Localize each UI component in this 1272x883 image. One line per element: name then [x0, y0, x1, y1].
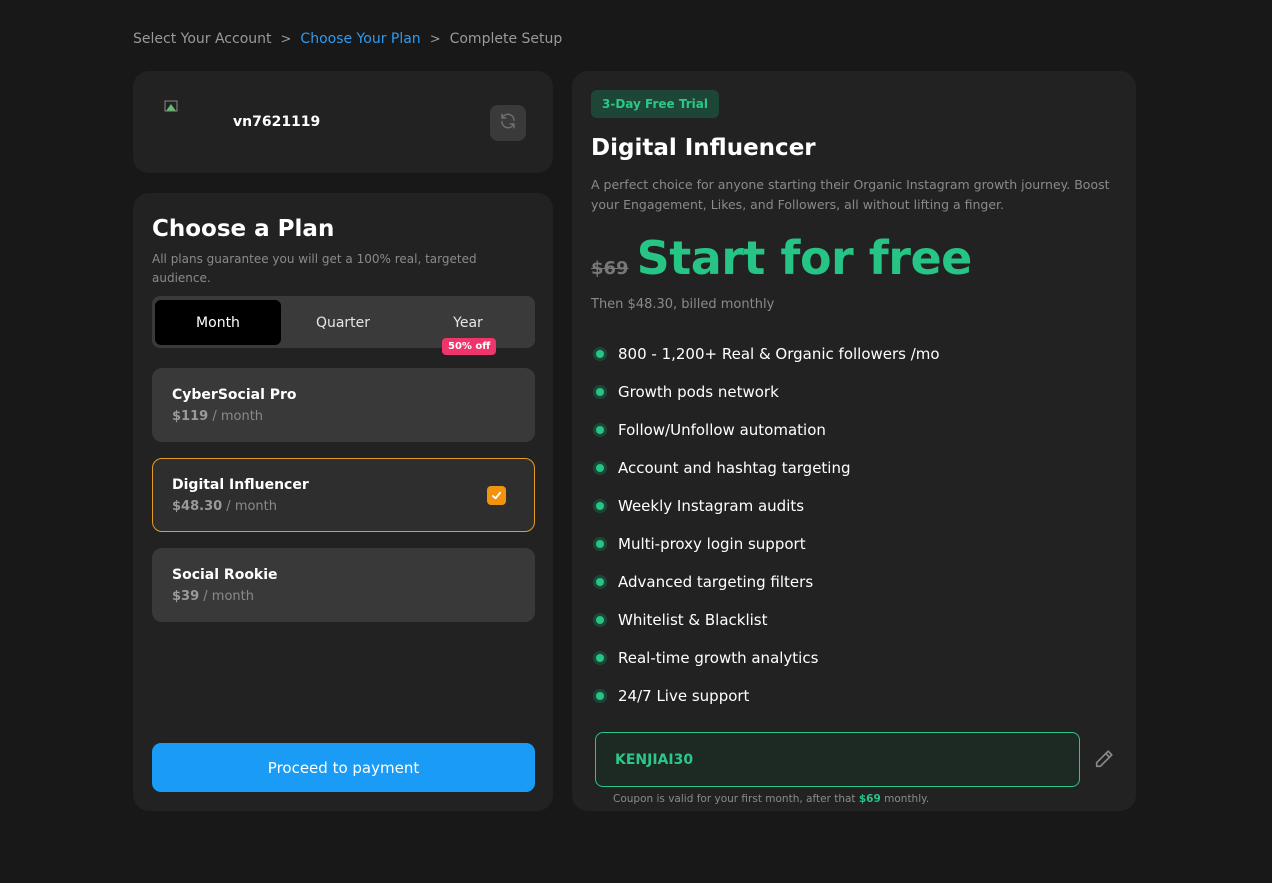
bullet-dot-icon: [593, 575, 607, 589]
plan-detail-card: 3-Day Free Trial Digital Influencer A pe…: [572, 71, 1136, 811]
avatar-placeholder-icon: [163, 98, 179, 114]
feature-label: Follow/Unfollow automation: [618, 421, 826, 439]
plan-name: Social Rookie: [172, 567, 278, 583]
feature-label: Whitelist & Blacklist: [618, 611, 768, 629]
feature-label: Account and hashtag targeting: [618, 459, 851, 477]
bullet-dot-icon: [593, 385, 607, 399]
feature-label: Growth pods network: [618, 383, 779, 401]
breadcrumb-separator: >: [280, 31, 292, 47]
bullet-dot-icon: [593, 689, 607, 703]
plan-option-social-rookie[interactable]: Social Rookie $39 / month: [152, 548, 535, 622]
period-quarter-button[interactable]: Quarter: [280, 300, 406, 345]
start-free-headline: Start for free: [636, 231, 973, 285]
account-username: vn7621119: [233, 114, 321, 130]
plan-price: $119 / month: [172, 409, 263, 424]
billing-note: Then $48.30, billed monthly: [591, 297, 775, 312]
feature-label: Real-time growth analytics: [618, 649, 819, 667]
coupon-note-amount: $69: [858, 793, 881, 805]
coupon-code-input[interactable]: [595, 732, 1080, 787]
plan-detail-title: Digital Influencer: [591, 135, 816, 161]
plan-subtitle: All plans guarantee you will get a 100% …: [152, 252, 477, 285]
breadcrumb-separator: >: [429, 31, 441, 47]
plan-name: CyberSocial Pro: [172, 387, 297, 403]
billing-period-toggle: Month Quarter Year 50% off: [152, 296, 535, 355]
bullet-dot-icon: [593, 461, 607, 475]
feature-item: Whitelist & Blacklist: [593, 601, 940, 639]
refresh-icon: [499, 112, 517, 134]
bullet-dot-icon: [593, 613, 607, 627]
check-icon: [491, 486, 502, 505]
plan-description: A perfect choice for anyone starting the…: [591, 177, 1110, 212]
feature-item: Account and hashtag targeting: [593, 449, 940, 487]
feature-item: Multi-proxy login support: [593, 525, 940, 563]
plan-title: Choose a Plan: [152, 216, 335, 242]
plan-price-amount: $119: [172, 409, 209, 424]
selected-checkbox[interactable]: [487, 486, 506, 505]
feature-label: Advanced targeting filters: [618, 573, 814, 591]
breadcrumb: Select Your Account > Choose Your Plan >…: [133, 31, 562, 47]
plan-price: $39 / month: [172, 589, 254, 604]
feature-label: Weekly Instagram audits: [618, 497, 805, 515]
feature-label: 24/7 Live support: [618, 687, 750, 705]
feature-item: Advanced targeting filters: [593, 563, 940, 601]
period-month-button[interactable]: Month: [155, 300, 281, 345]
feature-item: Growth pods network: [593, 373, 940, 411]
account-card: vn7621119: [133, 71, 553, 173]
feature-label: 800 - 1,200+ Real & Organic followers /m…: [618, 345, 940, 363]
bullet-dot-icon: [593, 423, 607, 437]
plan-price-amount: $39: [172, 589, 200, 604]
plan-price-amount: $48.30: [172, 499, 223, 514]
price-row: $69 Start for free: [591, 231, 972, 285]
plan-price-period: / month: [222, 499, 278, 514]
feature-label: Multi-proxy login support: [618, 535, 806, 553]
plan-price: $48.30 / month: [172, 499, 277, 514]
proceed-to-payment-button[interactable]: Proceed to payment: [152, 743, 535, 792]
feature-item: Real-time growth analytics: [593, 639, 940, 677]
feature-item: Weekly Instagram audits: [593, 487, 940, 525]
bullet-dot-icon: [593, 651, 607, 665]
edit-coupon-pencil-icon[interactable]: [1093, 748, 1115, 770]
plan-option-cybersocial-pro[interactable]: CyberSocial Pro $119 / month: [152, 368, 535, 442]
bullet-dot-icon: [593, 499, 607, 513]
plan-option-digital-influencer[interactable]: Digital Influencer $48.30 / month: [152, 458, 535, 532]
plan-price-period: / month: [199, 589, 254, 604]
feature-item: 24/7 Live support: [593, 677, 940, 715]
free-trial-badge: 3-Day Free Trial: [591, 90, 719, 118]
coupon-note-suffix: monthly.: [880, 793, 930, 805]
breadcrumb-step-select-account[interactable]: Select Your Account: [133, 31, 272, 47]
old-price: $69: [591, 258, 629, 279]
bullet-dot-icon: [593, 347, 607, 361]
coupon-note-text: Coupon is valid for your first month, af…: [613, 793, 859, 805]
bullet-dot-icon: [593, 537, 607, 551]
plan-name: Digital Influencer: [172, 477, 309, 493]
breadcrumb-step-complete-setup[interactable]: Complete Setup: [450, 31, 563, 47]
feature-item: Follow/Unfollow automation: [593, 411, 940, 449]
coupon-note: Coupon is valid for your first month, af…: [613, 793, 929, 805]
plan-price-period: / month: [208, 409, 264, 424]
feature-item: 800 - 1,200+ Real & Organic followers /m…: [593, 335, 940, 373]
breadcrumb-step-choose-plan[interactable]: Choose Your Plan: [300, 31, 420, 47]
plan-chooser-card: Choose a Plan All plans guarantee you wi…: [133, 193, 553, 811]
feature-list: 800 - 1,200+ Real & Organic followers /m…: [593, 335, 940, 715]
refresh-account-button[interactable]: [490, 105, 526, 141]
discount-badge: 50% off: [442, 338, 497, 355]
